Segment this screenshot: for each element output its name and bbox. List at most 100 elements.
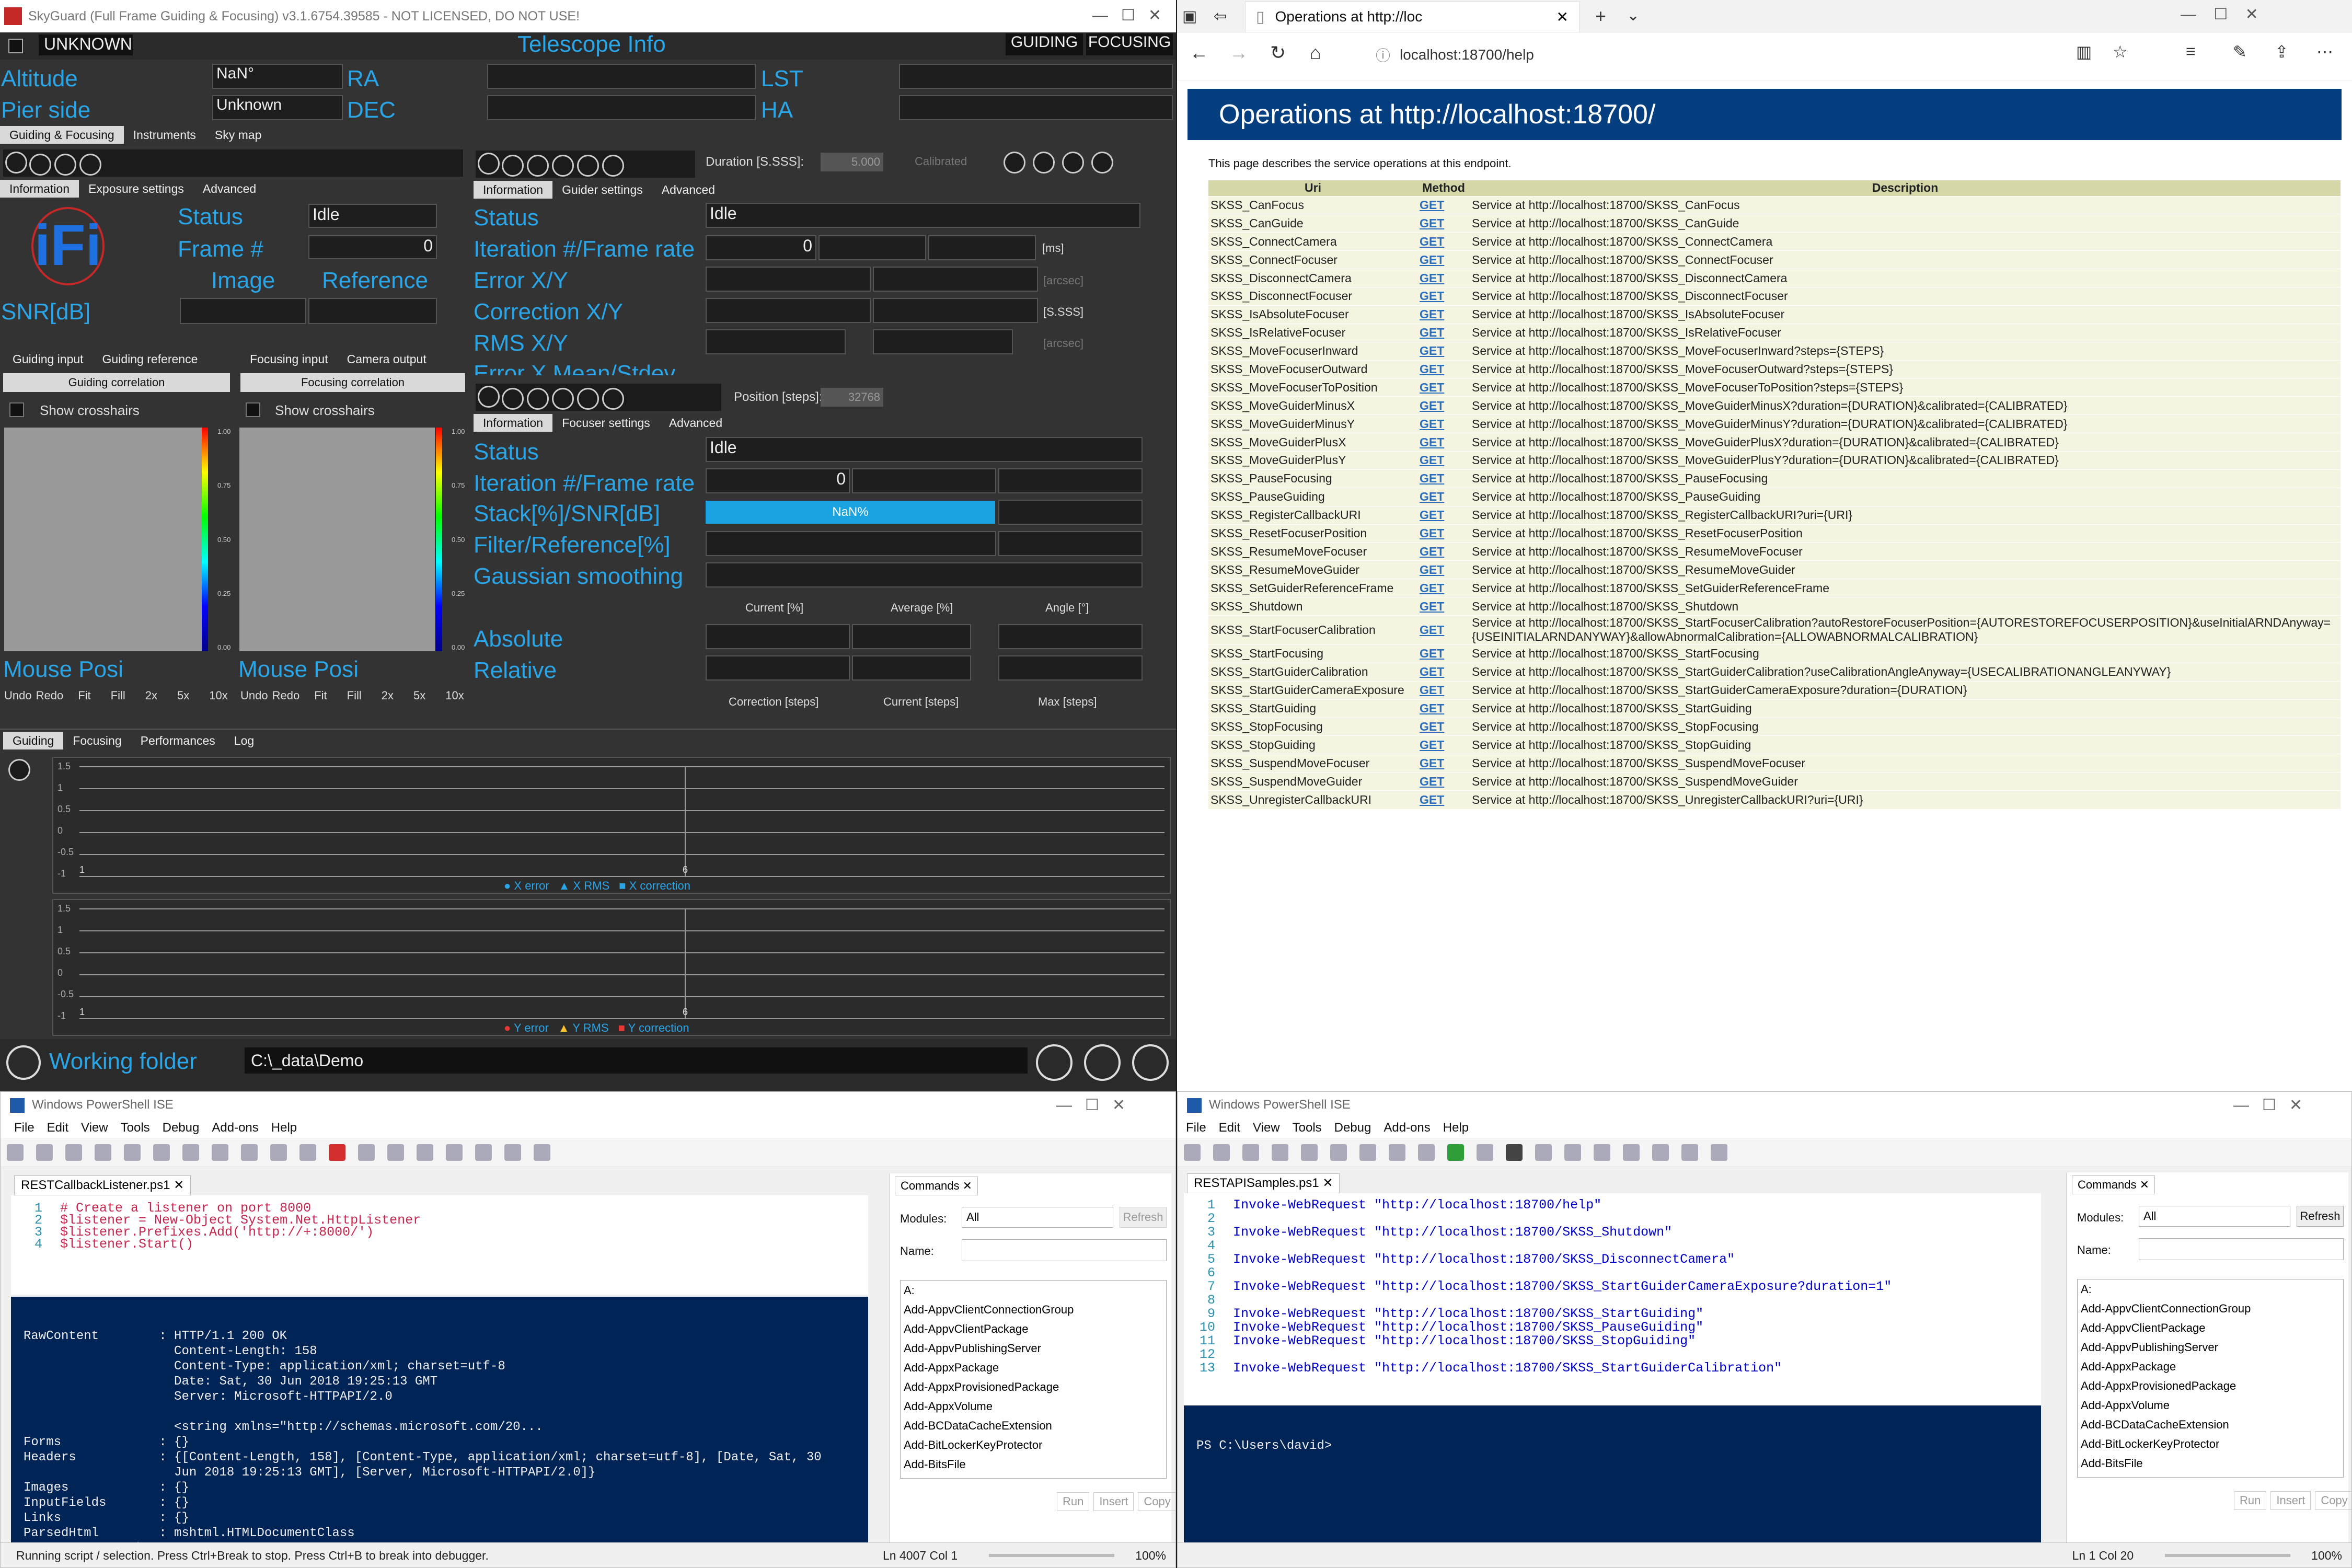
window-controls[interactable]: — ☐ ✕ xyxy=(2181,5,2258,24)
zoom-5x-button[interactable]: 5x xyxy=(413,689,425,702)
browser-tab[interactable]: ▯ Operations at http://loc ✕ xyxy=(1245,1,1579,32)
menu-add-ons[interactable]: Add-ons xyxy=(1383,1121,1430,1135)
hub-icon[interactable]: ≡ xyxy=(2186,42,2196,61)
cell-method[interactable]: GET xyxy=(1417,214,1470,233)
cell-method[interactable]: GET xyxy=(1417,790,1470,809)
cell-method[interactable]: GET xyxy=(1417,560,1470,579)
cell-method[interactable]: GET xyxy=(1417,396,1470,415)
tab-focuser-information[interactable]: Information xyxy=(474,414,553,432)
calibrated-checkbox-label[interactable]: Calibrated xyxy=(915,155,967,168)
zoom-slider[interactable] xyxy=(2165,1553,2291,1557)
cell-method[interactable]: GET xyxy=(1417,615,1470,645)
guiding-crosshairs-checkbox[interactable] xyxy=(9,402,24,417)
redo-button[interactable]: Redo xyxy=(272,689,300,702)
calibrate-icon[interactable] xyxy=(577,155,599,177)
tab-camera-output[interactable]: Camera output xyxy=(338,350,436,368)
command-item[interactable]: Add-AppxVolume xyxy=(904,1400,1163,1419)
tab-guiding-focusing[interactable]: Guiding & Focusing xyxy=(0,126,124,144)
tab-log[interactable]: Log xyxy=(225,732,263,750)
cell-method[interactable]: GET xyxy=(1417,451,1470,470)
tab-focusing-input[interactable]: Focusing input xyxy=(240,350,338,368)
window-controls[interactable]: — ☐ ✕ xyxy=(1092,6,1161,25)
cell-method[interactable]: GET xyxy=(1417,644,1470,663)
save-icon[interactable] xyxy=(1242,1144,1259,1161)
command-item[interactable]: Add-BitLockerKeyProtector xyxy=(904,1438,1163,1458)
insert-button[interactable]: Insert xyxy=(1093,1492,1134,1511)
cell-method[interactable]: GET xyxy=(1417,754,1470,773)
close-tab-icon[interactable]: ✕ xyxy=(1322,1176,1333,1190)
cell-method[interactable]: GET xyxy=(1417,195,1470,214)
ps-right-editor[interactable]: 1 Invoke-WebRequest "http://localhost:187… xyxy=(1184,1193,2041,1428)
reference-icon[interactable] xyxy=(602,155,624,177)
redo-button[interactable]: Redo xyxy=(36,689,64,702)
copy-button[interactable]: Copy xyxy=(2315,1491,2351,1510)
tab-focusing-chart[interactable]: Focusing xyxy=(63,732,131,750)
reference-icon[interactable] xyxy=(602,388,624,410)
cut-icon[interactable] xyxy=(1272,1144,1288,1161)
copy-icon[interactable] xyxy=(124,1144,141,1161)
tab-information[interactable]: Information xyxy=(0,180,79,198)
fill-button[interactable]: Fill xyxy=(111,689,125,702)
commands-list[interactable]: A: Add-AppvClientConnectionGroup Add-AppvC… xyxy=(900,1280,1167,1479)
focusing-image-view[interactable] xyxy=(239,428,435,651)
cell-method[interactable]: GET xyxy=(1417,232,1470,251)
commands-tab[interactable]: Commands ✕ xyxy=(2072,1175,2155,1194)
menu-view[interactable]: View xyxy=(1253,1121,1280,1135)
cell-method[interactable]: GET xyxy=(1417,597,1470,616)
insert-button[interactable]: Insert xyxy=(2270,1491,2311,1510)
arrow-left-icon[interactable] xyxy=(1004,152,1025,174)
fit-button[interactable]: Fit xyxy=(314,689,327,702)
copy-icon[interactable] xyxy=(1301,1144,1318,1161)
run-icon[interactable] xyxy=(1447,1144,1464,1161)
save-icon[interactable] xyxy=(1084,1044,1121,1081)
tab-advanced[interactable]: Advanced xyxy=(193,180,266,198)
command-item[interactable]: Add-AppvClientConnectionGroup xyxy=(2081,1302,2340,1321)
ps-left-editor[interactable]: 1 # Create a listener on port 8000 2 $liste… xyxy=(11,1195,868,1295)
layout-top-icon[interactable] xyxy=(1594,1144,1610,1161)
tab-guiding-input[interactable]: Guiding input xyxy=(3,350,93,368)
home-icon[interactable] xyxy=(1132,1044,1169,1081)
address-input[interactable]: ⓘ localhost:18700/help xyxy=(1376,40,2118,70)
home-icon[interactable]: ⌂ xyxy=(1310,42,1321,64)
reading-view-icon[interactable]: ▥ xyxy=(2076,42,2092,62)
redo-icon[interactable] xyxy=(1418,1144,1435,1161)
menu-add-ons[interactable]: Add-ons xyxy=(212,1121,258,1135)
addon-icon[interactable] xyxy=(504,1144,521,1161)
layout-right-icon[interactable] xyxy=(1623,1144,1640,1161)
close-tab-icon[interactable]: ✕ xyxy=(174,1178,184,1192)
addon-icon[interactable] xyxy=(1681,1144,1698,1161)
command-item[interactable]: Add-BCDataCacheExtension xyxy=(2081,1418,2340,1437)
command-item[interactable]: Add-AppvPublishingServer xyxy=(2081,1341,2340,1360)
guiding-correlation-button[interactable]: Guiding correlation xyxy=(3,373,230,392)
cell-method[interactable]: GET xyxy=(1417,524,1470,543)
menu-debug[interactable]: Debug xyxy=(1334,1121,1371,1135)
command-item[interactable]: Add-AppxPackage xyxy=(2081,1360,2340,1379)
zoom-2x-button[interactable]: 2x xyxy=(145,689,157,702)
command-item[interactable]: Add-BitsFile xyxy=(2081,1457,2340,1476)
settings-icon[interactable] xyxy=(5,152,27,174)
ps-left-script-tab[interactable]: RESTCallbackListener.ps1 ✕ xyxy=(14,1175,191,1195)
tab-exposure-settings[interactable]: Exposure settings xyxy=(79,180,193,198)
cell-method[interactable]: GET xyxy=(1417,662,1470,682)
menu-tools[interactable]: Tools xyxy=(1293,1121,1322,1135)
name-input[interactable] xyxy=(962,1239,1167,1261)
pause-icon[interactable] xyxy=(527,155,549,177)
pause-icon[interactable] xyxy=(527,388,549,410)
command-item[interactable]: Add-AppvClientPackage xyxy=(2081,1321,2340,1341)
command-item[interactable]: Add-AppvPublishingServer xyxy=(904,1342,1163,1361)
undo-button[interactable]: Undo xyxy=(240,689,268,702)
stop-icon[interactable] xyxy=(329,1144,345,1161)
working-folder-input[interactable]: C:\_data\Demo xyxy=(245,1047,1028,1074)
menu-view[interactable]: View xyxy=(81,1121,108,1135)
cell-method[interactable]: GET xyxy=(1417,341,1470,361)
arrow-right-icon[interactable] xyxy=(1033,152,1055,174)
menu-edit[interactable]: Edit xyxy=(1219,1121,1240,1135)
favorite-star-icon[interactable]: ☆ xyxy=(2113,42,2128,62)
undo-button[interactable]: Undo xyxy=(4,689,32,702)
undo-icon[interactable] xyxy=(212,1144,228,1161)
menu-debug[interactable]: Debug xyxy=(163,1121,200,1135)
undo-icon[interactable] xyxy=(1389,1144,1405,1161)
zoom-2x-button[interactable]: 2x xyxy=(382,689,394,702)
command-item[interactable]: Add-AppxProvisionedPackage xyxy=(904,1380,1163,1400)
layout-right-icon[interactable] xyxy=(446,1144,463,1161)
